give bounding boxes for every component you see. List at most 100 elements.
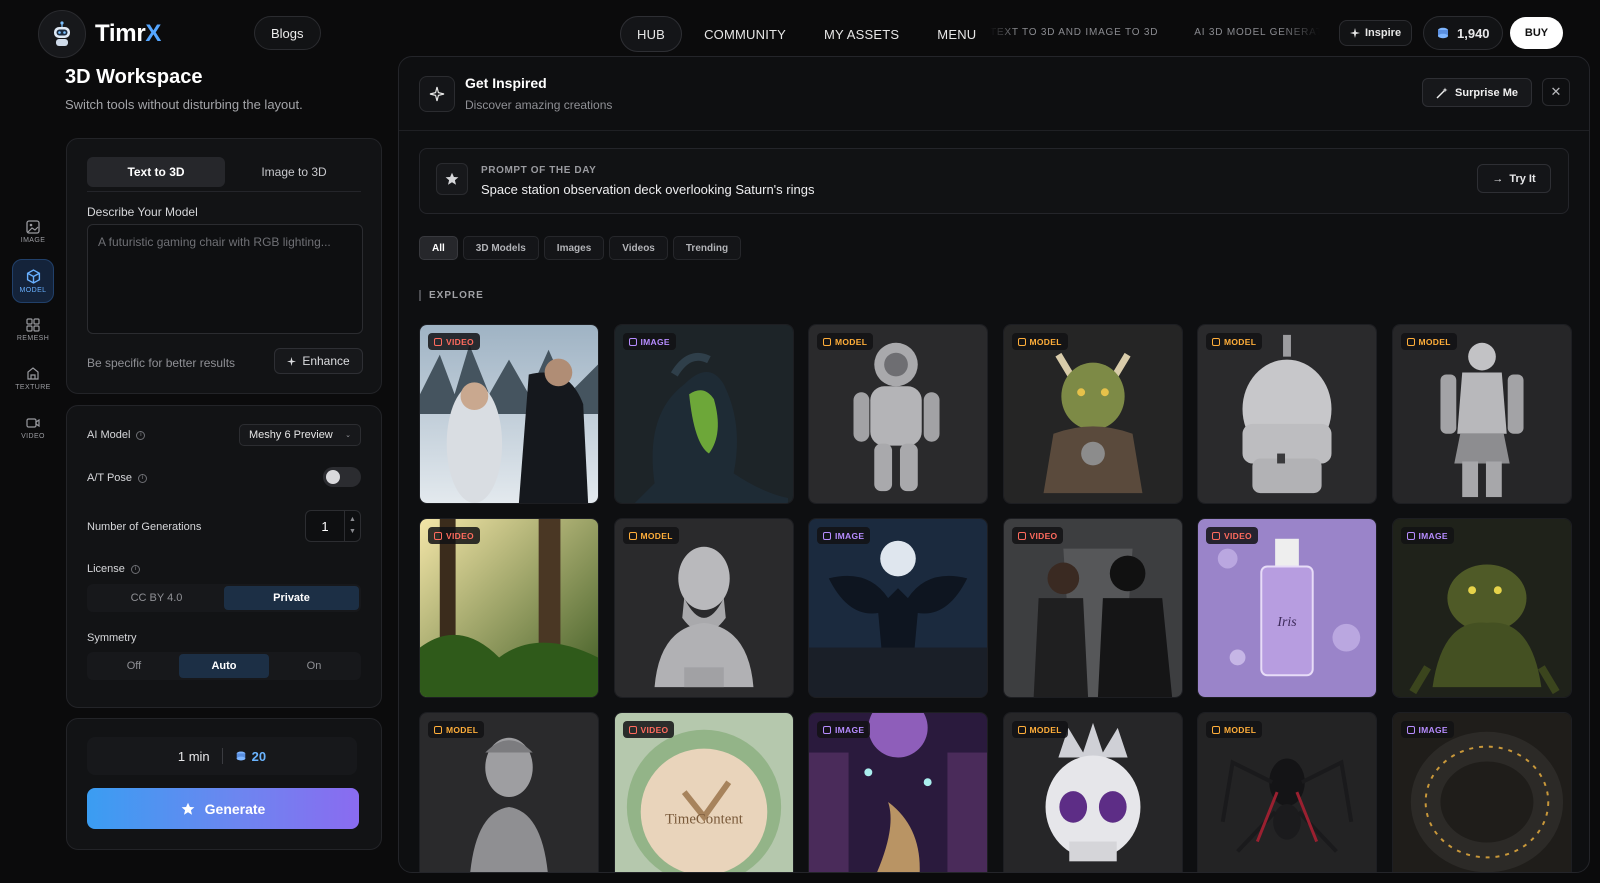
filter-trending[interactable]: Trending bbox=[672, 236, 742, 260]
nav-my-assets[interactable]: MY ASSETS bbox=[808, 16, 915, 52]
rail-item-texture[interactable]: TEXTURE bbox=[12, 357, 54, 401]
decrement-icon[interactable]: ▼ bbox=[349, 526, 356, 538]
type-badge: MODEL bbox=[1011, 721, 1068, 738]
cube-icon bbox=[823, 337, 831, 346]
filter-images[interactable]: Images bbox=[543, 236, 605, 260]
creation-tile[interactable]: MODEL bbox=[1002, 712, 1183, 872]
license-option-private[interactable]: Private bbox=[224, 586, 359, 610]
creations-grid: VIDEO IMAGE MODEL MODEL MODEL MODEL VIDEO MODEL… bbox=[419, 324, 1572, 872]
creation-tile[interactable]: IMAGE bbox=[1391, 712, 1572, 872]
creation-thumbnail bbox=[614, 325, 793, 503]
creation-thumbnail bbox=[1392, 519, 1571, 697]
buy-button[interactable]: BUY bbox=[1510, 17, 1563, 49]
settings-card: AI Model i Meshy 6 Preview ⌄ A/T Pose i Nu… bbox=[66, 405, 382, 708]
generations-value[interactable]: 1 bbox=[306, 511, 344, 541]
video-icon bbox=[628, 725, 637, 734]
cost-summary: 1 min 20 bbox=[87, 737, 357, 775]
panel-subtitle: Discover amazing creations bbox=[465, 98, 613, 112]
type-badge: VIDEO bbox=[1206, 527, 1258, 544]
filter-videos[interactable]: Videos bbox=[609, 236, 668, 260]
creation-tile[interactable]: IMAGE bbox=[1391, 518, 1572, 698]
symmetry-option-auto[interactable]: Auto bbox=[179, 654, 269, 678]
rail-item-model[interactable]: MODEL bbox=[12, 259, 54, 303]
rail-item-image[interactable]: IMAGE bbox=[12, 210, 54, 254]
filter-all[interactable]: All bbox=[419, 236, 458, 260]
inspire-button[interactable]: Inspire bbox=[1339, 20, 1413, 46]
nav-menu[interactable]: MENU bbox=[921, 16, 992, 52]
creation-tile[interactable]: VIDEO bbox=[419, 324, 599, 504]
creation-tile[interactable]: MODEL bbox=[419, 712, 599, 872]
creation-tile[interactable]: TimeContent VIDEO bbox=[613, 712, 794, 872]
pose-toggle[interactable] bbox=[323, 467, 361, 487]
texture-icon bbox=[27, 367, 39, 380]
creation-tile[interactable]: Iris VIDEO bbox=[1197, 518, 1377, 698]
enhance-button[interactable]: Enhance bbox=[274, 348, 363, 374]
prompt-hint: Be specific for better results bbox=[87, 356, 236, 370]
creation-thumbnail: Iris bbox=[1198, 519, 1376, 697]
ai-model-select[interactable]: Meshy 6 Preview ⌄ bbox=[239, 424, 361, 446]
svg-text:TimeContent: TimeContent bbox=[665, 812, 744, 828]
prompt-card: Text to 3D Image to 3D Describe Your Mod… bbox=[66, 138, 382, 394]
creation-tile[interactable]: MODEL bbox=[808, 324, 988, 504]
marquee-item: TEXT TO 3D AND IMAGE TO 3D bbox=[990, 27, 1159, 38]
rail-item-remesh[interactable]: REMESH bbox=[12, 308, 54, 352]
type-badge: MODEL bbox=[1206, 721, 1263, 738]
creation-tile[interactable]: MODEL bbox=[613, 518, 794, 698]
nav-hub[interactable]: HUB bbox=[620, 16, 683, 52]
cube-icon bbox=[628, 531, 637, 540]
license-label: License i bbox=[87, 563, 140, 575]
generations-stepper[interactable]: 1 ▲ ▼ bbox=[305, 510, 361, 542]
info-icon: i bbox=[130, 564, 140, 574]
blogs-button[interactable]: Blogs bbox=[254, 16, 321, 50]
filter-3d-models[interactable]: 3D Models bbox=[462, 236, 539, 260]
divider bbox=[87, 191, 361, 192]
cube-icon bbox=[1017, 725, 1026, 734]
mode-tabs: Text to 3D Image to 3D bbox=[87, 157, 363, 187]
accent-bar bbox=[419, 290, 421, 301]
creation-thumbnail bbox=[420, 519, 598, 697]
creation-tile[interactable]: MODEL bbox=[1197, 712, 1377, 872]
surprise-me-button[interactable]: Surprise Me bbox=[1422, 78, 1532, 107]
creation-thumbnail bbox=[1003, 325, 1182, 503]
symmetry-option-off[interactable]: Off bbox=[89, 654, 179, 678]
symmetry-option-on[interactable]: On bbox=[269, 654, 359, 678]
main-nav: HUB COMMUNITY MY ASSETS MENU bbox=[620, 16, 998, 52]
creation-tile[interactable]: MODEL bbox=[1391, 324, 1572, 504]
creation-tile[interactable]: IMAGE bbox=[808, 518, 988, 698]
creation-tile[interactable]: IMAGE bbox=[808, 712, 988, 872]
close-icon[interactable]: ✕ bbox=[1542, 78, 1570, 106]
sparkle-icon bbox=[287, 356, 297, 366]
tab-image-to-3d[interactable]: Image to 3D bbox=[225, 157, 363, 187]
rail-item-video[interactable]: VIDEO bbox=[12, 406, 54, 450]
creation-tile[interactable]: MODEL bbox=[1197, 324, 1377, 504]
creation-tile[interactable]: IMAGE bbox=[613, 324, 794, 504]
video-icon bbox=[434, 531, 442, 540]
video-icon bbox=[434, 337, 442, 346]
generate-card: 1 min 20 Generate bbox=[66, 718, 382, 850]
toggle-knob bbox=[326, 470, 340, 484]
explore-heading: EXPLORE bbox=[419, 290, 484, 301]
credits-balance[interactable]: 1,940 bbox=[1423, 16, 1503, 50]
creation-thumbnail bbox=[1392, 325, 1571, 503]
tab-text-to-3d[interactable]: Text to 3D bbox=[87, 157, 225, 187]
prompt-input[interactable] bbox=[87, 224, 363, 334]
type-badge: MODEL bbox=[817, 333, 874, 350]
stepper-arrows[interactable]: ▲ ▼ bbox=[344, 511, 360, 541]
try-it-button[interactable]: → Try It bbox=[1477, 164, 1551, 193]
coins-icon bbox=[1438, 27, 1448, 39]
type-badge: MODEL bbox=[1400, 333, 1457, 350]
creation-tile[interactable]: MODEL bbox=[1002, 324, 1183, 504]
image-icon bbox=[823, 531, 831, 540]
type-badge: MODEL bbox=[622, 527, 679, 544]
creation-tile[interactable]: VIDEO bbox=[419, 518, 599, 698]
increment-icon[interactable]: ▲ bbox=[349, 514, 356, 526]
info-icon: i bbox=[136, 430, 146, 440]
creation-tile[interactable]: VIDEO bbox=[1002, 518, 1183, 698]
brand-name: TimrX bbox=[95, 20, 162, 47]
time-estimate: 1 min bbox=[177, 748, 210, 764]
license-option-cc[interactable]: CC BY 4.0 bbox=[89, 586, 224, 610]
generate-button[interactable]: Generate bbox=[87, 788, 359, 829]
nav-community[interactable]: COMMUNITY bbox=[688, 16, 802, 52]
brand-logo[interactable]: TimrX bbox=[38, 10, 161, 58]
potd-label: PROMPT OF THE DAY bbox=[481, 165, 597, 176]
